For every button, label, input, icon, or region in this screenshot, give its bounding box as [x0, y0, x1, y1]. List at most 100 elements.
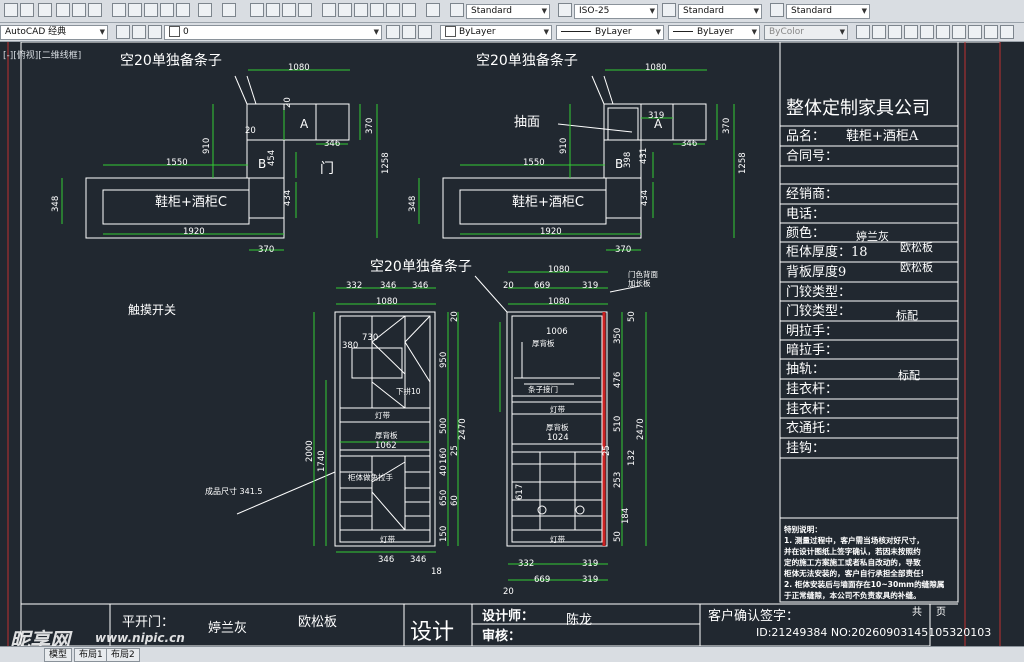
layer-isolate-icon[interactable]	[418, 25, 432, 39]
sheet-set-icon[interactable]	[370, 3, 384, 17]
quickcalc-icon[interactable]	[402, 3, 416, 17]
watermark-url: www.nipic.cn	[95, 631, 185, 645]
elev-left-down10: 下拼10	[396, 387, 421, 396]
plan-right-dim-h348: 348	[408, 195, 418, 212]
pan-icon[interactable]	[250, 3, 264, 17]
color-select[interactable]: ByLayer ▼	[440, 25, 552, 40]
open-icon[interactable]	[20, 3, 34, 17]
markup-icon[interactable]	[386, 3, 400, 17]
plan-left-dim-h348: 348	[51, 195, 61, 212]
circle-icon[interactable]	[952, 25, 966, 39]
design-center-icon[interactable]	[338, 3, 352, 17]
viewport-label[interactable]: [-][俯视][二维线框]	[3, 48, 81, 61]
elev-right-dim-bottom-b: 319	[582, 559, 599, 569]
plan-right-dim-left: 1550	[523, 158, 545, 168]
properties-icon[interactable]	[322, 3, 336, 17]
tb-row-6-val: 欧松板	[900, 241, 933, 254]
elev-left-dim-top-a: 332	[346, 281, 363, 291]
door-type-label: 平开门：	[122, 615, 175, 630]
make-current-icon[interactable]	[386, 25, 400, 39]
elev-right-dim-top-sub: 1080	[548, 297, 570, 307]
layer-select[interactable]: 0 ▼	[164, 25, 382, 40]
elev-right-thick-back2: 厚背板	[546, 423, 569, 432]
paste-icon[interactable]	[144, 3, 158, 17]
elev-left-dim-h950: 950	[439, 351, 449, 368]
tab-layout2[interactable]: 布局2	[106, 648, 140, 662]
save-icon[interactable]	[38, 3, 52, 17]
plan-right-label-a: A	[654, 117, 663, 131]
elev-left-dim-h60: 60	[450, 495, 460, 506]
block-editor-icon[interactable]	[176, 3, 190, 17]
layer-state-icon[interactable]	[132, 25, 146, 39]
zoom-window-icon[interactable]	[282, 3, 296, 17]
elev-right-dim-top-a: 20	[503, 281, 514, 291]
tb-row-13-key: 挂衣杆：	[786, 382, 839, 397]
text-style-icon	[450, 3, 464, 17]
workspace-select[interactable]: AutoCAD 经典 ▼	[0, 25, 108, 40]
layer-previous-icon[interactable]	[402, 25, 416, 39]
elev-right-dim-top-total: 1080	[548, 265, 570, 275]
plan-left-callout: 空20单独备条子	[120, 53, 222, 69]
elev-left-dim-h2000: 2000	[305, 440, 315, 462]
redo-icon[interactable]	[222, 3, 236, 17]
construction-line-icon[interactable]	[872, 25, 886, 39]
elev-left-frame-handle: 柜体做免拉手	[348, 473, 393, 482]
plan-right-dim-bottom-small: 370	[615, 245, 632, 255]
plan-right-dim-h431: 431	[639, 147, 649, 164]
tab-layout1[interactable]: 布局1	[74, 648, 108, 662]
dim-style-select[interactable]: ISO-25 ▼	[574, 4, 658, 19]
text-style-select[interactable]: Standard ▼	[466, 4, 550, 19]
drawing-canvas[interactable]: 空20单独备条子 1080 1550 1920 370 370 1258 910…	[0, 42, 1024, 646]
tb-row-1-key: 合同号：	[786, 149, 839, 164]
elev-right-dim-1006: 1006	[546, 327, 568, 337]
elev-right-dim-top-c: 319	[582, 281, 599, 291]
cut-icon[interactable]	[112, 3, 126, 17]
match-properties-icon[interactable]	[160, 3, 174, 17]
tool-palettes-icon[interactable]	[354, 3, 368, 17]
help-icon[interactable]	[426, 3, 440, 17]
elev-left-dim-top-total: 1080	[376, 297, 398, 307]
plan-left-door: 门	[320, 161, 334, 177]
special-note-4: 2. 柜体安装后与墙面存在10~30mm的缝隙属	[784, 580, 945, 589]
polygon-icon[interactable]	[904, 25, 918, 39]
elev-left-dim-top-c: 346	[412, 281, 429, 291]
rectangle-icon[interactable]	[920, 25, 934, 39]
revision-cloud-icon[interactable]	[968, 25, 982, 39]
line-icon[interactable]	[856, 25, 870, 39]
zoom-realtime-icon[interactable]	[266, 3, 280, 17]
undo-icon[interactable]	[198, 3, 212, 17]
touch-switch-label: 触摸开关	[128, 303, 177, 317]
elev-right-dim-h510: 510	[613, 415, 623, 432]
arc-icon[interactable]	[936, 25, 950, 39]
tab-model[interactable]: 模型	[44, 648, 73, 662]
plan-left-dim-right2: 1258	[381, 152, 391, 174]
multileader-style-select[interactable]: Standard ▼	[786, 4, 870, 19]
publish-icon[interactable]	[88, 3, 102, 17]
elev-left-dim-730: 730	[362, 333, 379, 343]
layers-toolbar: AutoCAD 经典 ▼ 0 ▼ ByLayer ▼ ByLayer ▼ ByLayer…	[0, 23, 1024, 42]
linetype-select[interactable]: ByLayer ▼	[556, 25, 664, 40]
elev-left-dim-h20: 20	[450, 311, 460, 322]
polyline-icon[interactable]	[888, 25, 902, 39]
table-style-select[interactable]: Standard ▼	[678, 4, 762, 19]
special-note-2: 定的施工方案施工或者私自改动的，导致	[784, 558, 921, 567]
tb-row-12-val: 标配	[898, 369, 920, 382]
layer-manager-icon[interactable]	[116, 25, 130, 39]
plan-left-dim-h434: 434	[283, 189, 293, 206]
elev-right-dim-h132: 132	[627, 449, 637, 466]
elev-right-dim-top-b: 669	[534, 281, 551, 291]
ellipse-icon[interactable]	[1000, 25, 1014, 39]
new-icon[interactable]	[4, 3, 18, 17]
elev-right-dim-h2470: 2470	[636, 418, 646, 440]
elev-right-light-bottom: 灯带	[550, 535, 565, 544]
copy-icon[interactable]	[128, 3, 142, 17]
zoom-previous-icon[interactable]	[298, 3, 312, 17]
customer-sign-label: 客户确认签字：	[708, 609, 800, 624]
preview-icon[interactable]	[72, 3, 86, 17]
spline-icon[interactable]	[984, 25, 998, 39]
plan-right-dim-right2: 1258	[738, 152, 748, 174]
elev-left-dim-h25: 25	[450, 445, 460, 456]
lineweight-select[interactable]: ByLayer ▼	[668, 25, 760, 40]
special-note-1: 并在设计图纸上签字确认，若因未按照约	[784, 547, 921, 556]
print-icon[interactable]	[56, 3, 70, 17]
